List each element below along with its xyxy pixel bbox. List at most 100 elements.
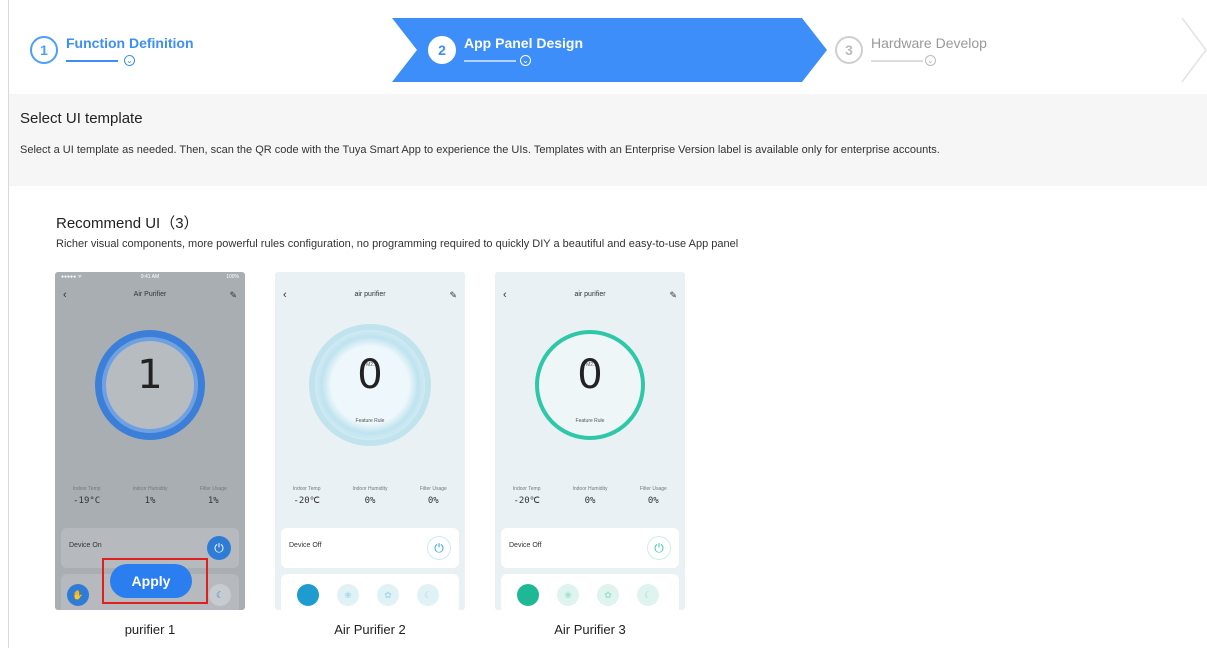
stat-label: Filter Usage: [199, 486, 227, 492]
device-row: Device Off ⏻: [281, 528, 459, 568]
stat-filter: Filter Usage 1%: [185, 486, 241, 514]
chevron-down-icon[interactable]: ⌄: [124, 55, 135, 66]
steps-bar: 1 Function Definition ⌄ 2 App Panel Desi…: [20, 18, 1207, 82]
stat-value: 0%: [584, 496, 596, 506]
stat-label: Indoor Humidity: [572, 486, 608, 492]
moon-icon: ☾: [417, 584, 439, 606]
stat-label: Indoor Humidity: [352, 486, 388, 492]
device-label: Device Off: [509, 542, 542, 549]
page: 1 Function Definition ⌄ 2 App Panel Desi…: [0, 0, 1207, 648]
status-bar: [275, 272, 465, 282]
power-icon: ⏻: [427, 536, 451, 560]
status-bar: [495, 272, 685, 282]
mode-row: ❀ ✿ ☾: [501, 574, 679, 610]
template-card-air-purifier-2[interactable]: ‹ air purifier ✎ PM2.5 0 Feature Rule In…: [275, 272, 465, 610]
step-progress-line: [66, 60, 118, 62]
step-title: App Panel Design: [464, 35, 584, 51]
stat-humidity: Indoor Humidity 0%: [562, 486, 618, 514]
step-app-panel-design[interactable]: 2 App Panel Design ⌄: [392, 18, 827, 82]
mode-icon: ❀: [557, 584, 579, 606]
stat-filter: Filter Usage 0%: [625, 486, 681, 514]
step-title: Hardware Develop: [871, 35, 987, 51]
screen-nav: ‹ air purifier ✎: [275, 286, 465, 304]
step-separator: [1181, 18, 1207, 82]
template-caption: Air Purifier 3: [554, 622, 626, 637]
stats-row: Indoor Temp -20℃ Indoor Humidity 0% Filter…: [275, 486, 465, 514]
recommend-title: Recommend UI（3）: [56, 215, 199, 232]
active-step-arrow: [392, 18, 827, 82]
stat-label: Indoor Temp: [72, 486, 101, 492]
moon-icon: ☾: [637, 584, 659, 606]
back-icon: ‹: [283, 289, 287, 301]
stat-humidity: Indoor Humidity 0%: [342, 486, 398, 514]
edit-icon: ✎: [229, 290, 237, 300]
edit-icon: ✎: [669, 290, 677, 300]
back-icon: ‹: [63, 289, 67, 301]
screen-title: Air Purifier: [133, 291, 167, 298]
template-caption: Air Purifier 2: [334, 622, 406, 637]
stat-value: 1%: [207, 496, 219, 506]
stat-temp: Indoor Temp -20℃: [279, 486, 335, 514]
step-number: 1: [30, 36, 58, 64]
screen-nav: ‹ air purifier ✎: [495, 286, 685, 304]
stat-humidity: Indoor Humidity 1%: [122, 486, 178, 514]
stat-value: 0%: [427, 496, 439, 506]
mode-icon: ✿: [377, 584, 399, 606]
stat-value: 1%: [144, 496, 156, 506]
chevron-down-icon[interactable]: ⌄: [925, 55, 936, 66]
stat-value: -20℃: [293, 496, 320, 506]
feature-label: Feature Rule: [355, 418, 385, 424]
status-bar: ●●●●● ᯤ 9:41 AM 100%: [55, 272, 245, 282]
stat-label: Indoor Temp: [512, 486, 541, 492]
template-caption: purifier 1: [124, 622, 176, 637]
step-number: 3: [835, 36, 863, 64]
stat-label: Indoor Humidity: [132, 486, 168, 492]
mode-icon: ❀: [337, 584, 359, 606]
stat-value: -20℃: [513, 496, 540, 506]
step-number: 2: [428, 36, 456, 64]
stat-filter: Filter Usage 0%: [405, 486, 461, 514]
stat-temp: Indoor Temp -20℃: [499, 486, 555, 514]
stat-label: Filter Usage: [419, 486, 447, 492]
header-section: [9, 94, 1207, 186]
chevron-down-icon[interactable]: ⌄: [520, 55, 531, 66]
main-value: 0: [577, 352, 603, 398]
template-card-air-purifier-3[interactable]: ‹ air purifier ✎ PM2.5 0 Feature Rule In…: [495, 272, 685, 610]
stats-row: Indoor Temp -19°C Indoor Humidity 1% Filte…: [55, 486, 245, 514]
step-function-definition[interactable]: 1 Function Definition ⌄: [20, 18, 400, 82]
stat-label: Filter Usage: [639, 486, 667, 492]
mode-dot-icon: [297, 584, 319, 606]
feature-label: Feature Rule: [575, 418, 605, 424]
hand-icon: ✋: [67, 584, 89, 606]
highlight-box: [102, 558, 208, 604]
step-hardware-develop[interactable]: 3 Hardware Develop ⌄: [815, 18, 1207, 82]
power-icon: ⏻: [207, 536, 231, 560]
step-progress-line: [464, 60, 516, 62]
status-time: 9:41 AM: [140, 274, 160, 280]
stat-temp: Indoor Temp -19°C: [59, 486, 115, 514]
stats-row: Indoor Temp -20℃ Indoor Humidity 0% Filter…: [495, 486, 685, 514]
section-title: Select UI template: [20, 110, 143, 127]
edit-icon: ✎: [449, 290, 457, 300]
section-description: Select a UI template as needed. Then, sc…: [20, 144, 940, 156]
screen-title: air purifier: [574, 291, 606, 298]
device-label: Device Off: [289, 542, 322, 549]
stat-value: 0%: [364, 496, 376, 506]
step-progress-line: [871, 60, 923, 62]
device-row: Device Off ⏻: [501, 528, 679, 568]
status-battery: 100%: [226, 274, 239, 280]
main-value: 0: [357, 352, 383, 398]
moon-icon: ☾: [209, 584, 231, 606]
main-value: 1: [137, 352, 163, 398]
step-title: Function Definition: [66, 35, 194, 51]
recommend-description: Richer visual components, more powerful …: [56, 238, 739, 250]
back-icon: ‹: [503, 289, 507, 301]
device-label: Device On: [69, 542, 102, 549]
screen-nav: ‹ Air Purifier ✎: [55, 286, 245, 304]
stat-value: 0%: [647, 496, 659, 506]
power-icon: ⏻: [647, 536, 671, 560]
stat-value: -19°C: [73, 496, 101, 506]
screen-title: air purifier: [354, 291, 386, 298]
mode-row: ❀ ✿ ☾: [281, 574, 459, 610]
mode-dot-icon: [517, 584, 539, 606]
